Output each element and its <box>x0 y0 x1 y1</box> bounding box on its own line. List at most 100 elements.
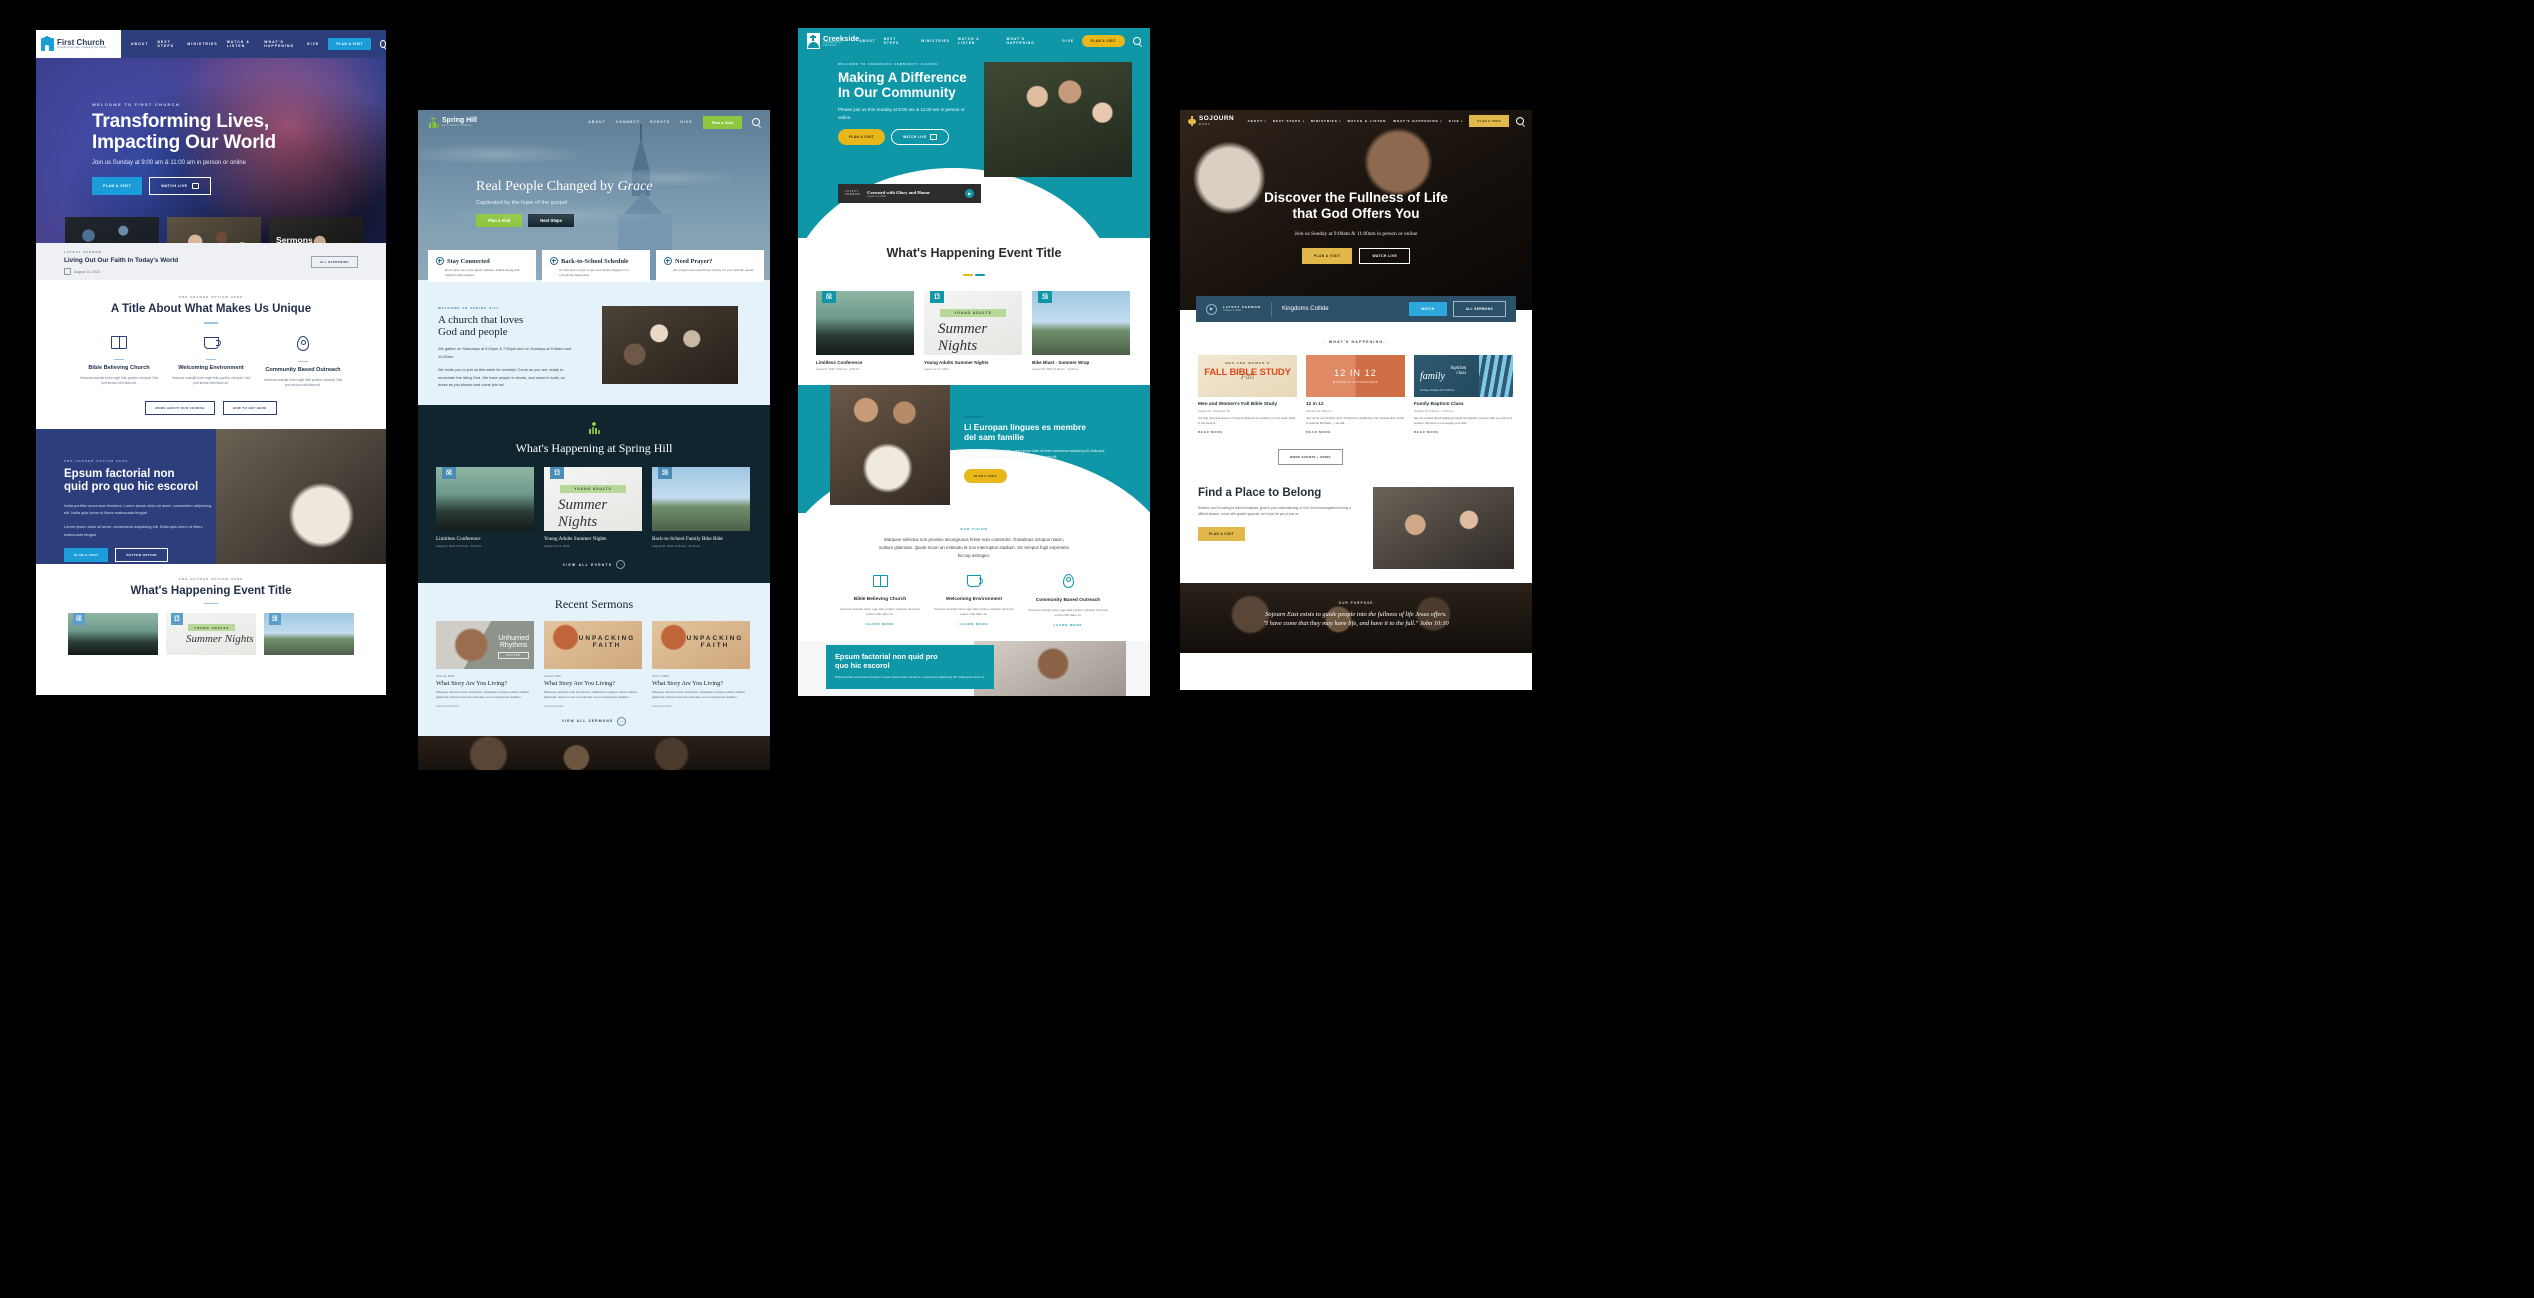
unique-column-title: Community Based Outreach <box>265 366 341 373</box>
vision-column-link[interactable]: LEARN MORE <box>933 622 1015 626</box>
nav-item-give[interactable]: GIVE <box>1062 39 1074 43</box>
vision-column-title: Welcoming Environment <box>945 596 1003 602</box>
event-card[interactable]: AUG 06 Limitless Conference August 6, 20… <box>816 291 914 371</box>
sermon-art-line2: FAITH <box>700 642 730 649</box>
nav-item-connect[interactable]: CONNECT <box>616 120 640 124</box>
event-card[interactable]: AUG 06 <box>68 613 158 656</box>
creekside-logo[interactable]: Creekside COMMUNITY CHURCH <box>807 33 859 49</box>
happening-card[interactable]: 12 IN 12 WOMEN'S GATHERINGS 12 in 12 Oct… <box>1306 355 1405 434</box>
nav-item-whats-happening-label: WHAT'S HAPPENING <box>1393 119 1439 123</box>
happening-card[interactable]: family baptism class Sunday, October 23 … <box>1414 355 1513 434</box>
banner-plan-a-visit-button[interactable]: PLAN A VISIT <box>64 547 109 562</box>
view-all-events-link[interactable]: VIEW ALL EVENTS <box>563 563 613 567</box>
coffee-cup-icon <box>967 575 984 587</box>
card-read-more-link[interactable]: READ MORE <box>1306 430 1405 434</box>
nav-item-next-steps[interactable]: NEXT STEPS ▾ <box>1273 119 1304 123</box>
nav-item-give[interactable]: GIVE <box>307 42 319 46</box>
sermon-all-button[interactable]: ALL SERMONS <box>1452 301 1506 317</box>
nav-item-whats-happening[interactable]: WHAT'S HAPPENING ▾ <box>1393 119 1441 123</box>
info-card[interactable]: Back-to-School Schedule It's that time o… <box>542 250 650 282</box>
hero-plan-a-visit-button[interactable]: PLAN A VISIT <box>838 128 886 145</box>
connect-plan-a-visit-button[interactable]: PLAN A VISIT <box>964 468 1007 483</box>
arrow-circle-icon[interactable]: → <box>616 560 626 569</box>
nav-plan-a-visit-button[interactable]: PLAN A VISIT <box>328 38 372 50</box>
search-icon[interactable] <box>1516 117 1525 127</box>
more-events-news-button[interactable]: MORE EVENTS + NEWS <box>1278 448 1343 465</box>
search-icon[interactable] <box>380 40 386 50</box>
event-card[interactable]: AUG 12 YOUNG ADULTS Summer Nights <box>166 613 256 656</box>
nav-item-whats-happening[interactable]: WHAT'S HAPPENING <box>1007 37 1055 45</box>
event-tag: YOUNG ADULTS <box>188 624 236 632</box>
vision-column-link[interactable]: LEARN MORE <box>839 622 921 626</box>
hero-watch-live-button[interactable]: WATCH LIVE <box>1359 247 1411 264</box>
belong-plan-a-visit-button[interactable]: PLAN A VISIT <box>1198 526 1246 541</box>
nav-item-next-steps[interactable]: NEXT STEPS <box>884 37 914 45</box>
hero-plan-a-visit-button[interactable]: PLAN A VISIT <box>1301 247 1353 264</box>
view-all-sermons-link[interactable]: VIEW ALL SERMONS <box>562 719 614 723</box>
info-card[interactable]: Need Prayer? Our prayer team would love … <box>656 250 764 282</box>
nav-item-next-steps[interactable]: NEXT STEPS <box>158 40 179 48</box>
hero-watch-live-button[interactable]: WATCH LIVE <box>891 128 949 145</box>
nav-item-about[interactable]: ABOUT <box>131 42 149 46</box>
nav-item-whats-happening[interactable]: WHAT'S HAPPENING <box>264 40 298 48</box>
all-happening-button[interactable]: ALL HAPPENING <box>310 256 358 268</box>
card-read-more-link[interactable]: READ MORE <box>1414 430 1513 434</box>
card-read-more-link[interactable]: READ MORE <box>1198 430 1297 434</box>
sojourn-happening: · WHAT'S HAPPENING · MEN AND WOMEN'S FAL… <box>1180 310 1532 475</box>
event-card[interactable]: AUG 28 Bike Blast - Summer Wrap August 2… <box>1032 291 1130 371</box>
connect-title-line2: del sam familie <box>964 431 1025 442</box>
sermon-card[interactable]: UNPACKING FAITH June 8, 2022 What Story … <box>544 621 642 708</box>
nav-plan-a-visit-button[interactable]: Plan a Visit <box>702 115 742 129</box>
vision-column-body: Vivamus suscipit tortor eget felis porti… <box>840 606 920 616</box>
nav-item-about[interactable]: ABOUT ▾ <box>1248 119 1266 123</box>
event-card[interactable]: AUG 28 Back-to-School Family Bike Ride A… <box>652 467 750 548</box>
happening-card[interactable]: MEN AND WOMEN'S FALL BIBLE STUDY Fall Me… <box>1198 355 1297 434</box>
nav-item-give[interactable]: GIVE <box>680 120 692 124</box>
creekside-latest-sermon[interactable]: LATEST SERMON Crowned with Glory and Hon… <box>838 184 981 203</box>
sojourn-logo[interactable]: SOJOURN EAST <box>1188 116 1234 126</box>
hero-plan-a-visit-button[interactable]: PLAN A VISIT <box>92 177 143 196</box>
hero-next-steps-button[interactable]: Next Steps <box>528 214 574 227</box>
info-card[interactable]: Stay Connected Don't miss out on the lat… <box>428 250 536 282</box>
nav-item-ministries[interactable]: MINISTRIES <box>921 39 949 43</box>
how-to-get-here-button[interactable]: HOW TO GET HERE <box>222 400 277 415</box>
spring-hill-logo[interactable]: Spring Hill FELLOWSHIP CHURCH <box>428 116 477 128</box>
connect-option-button[interactable]: BUTTON OPTION <box>1012 468 1064 483</box>
chevron-down-icon: ▾ <box>1302 119 1304 123</box>
nav-item-give[interactable]: GIVE ▾ <box>1449 119 1463 123</box>
event-card[interactable]: AUG 12 YOUNG ADULTS Summer Nights Young … <box>924 291 1022 371</box>
events-cards: AUG 06 AUG 12 YOUNG ADULTS Summer Nights… <box>64 613 358 656</box>
nav-item-about[interactable]: ABOUT <box>859 39 875 43</box>
play-icon[interactable]: ▶ <box>965 189 974 198</box>
sermon-card[interactable]: UNPACKING FAITH June 7, 2022 What Story … <box>652 621 750 708</box>
sermon-card[interactable]: Unhurried Rhythms PRAYER June 12, 2022 W… <box>436 621 534 708</box>
nav-item-about[interactable]: ABOUT <box>588 120 606 124</box>
nav-item-watch-listen[interactable]: WATCH & LISTEN <box>1348 119 1387 123</box>
sermon-title: What Story Are You Living? <box>436 680 507 687</box>
event-card[interactable]: AUG 28 <box>264 613 354 656</box>
search-icon[interactable] <box>1133 37 1142 47</box>
sermons-title: Recent Sermons <box>554 597 634 611</box>
nav-item-events[interactable]: EVENTS <box>650 120 670 124</box>
nav-plan-a-visit-button[interactable]: PLAN A VISIT <box>1469 115 1509 127</box>
nav-item-watch-listen[interactable]: WATCH & LISTEN <box>227 40 256 48</box>
vision-column-link[interactable]: LEARN MORE <box>1027 623 1109 627</box>
arrow-circle-icon[interactable]: → <box>617 716 627 726</box>
sermon-bar-title: Kingdoms Collide <box>1281 306 1329 312</box>
banner-option-button[interactable]: BUTTON OPTION <box>115 547 168 562</box>
nav-item-ministries[interactable]: MINISTRIES ▾ <box>1311 119 1341 123</box>
event-card[interactable]: AUG 12 YOUNG ADULTS Summer Nights Young … <box>544 467 642 548</box>
nav-plan-a-visit-button[interactable]: PLAN A VISIT <box>1082 35 1126 47</box>
sermon-bar-date: October 9, 2022 <box>1223 309 1241 313</box>
first-church-logo[interactable]: First Church Transforming Lives, Impacti… <box>36 30 121 58</box>
hero-watch-live-button[interactable]: WATCH LIVE <box>149 177 211 196</box>
play-circle-icon[interactable]: ▶ <box>1206 303 1217 315</box>
event-card[interactable]: AUG 06 Limitless Conference August 6, 20… <box>436 467 534 548</box>
hero-plan-a-visit-button[interactable]: Plan a Visit <box>476 214 523 227</box>
sojourn-hero: SOJOURN EAST ABOUT ▾ NEXT STEPS ▾ MINIST… <box>1180 110 1532 322</box>
sermon-watch-button[interactable]: WATCH <box>1409 302 1447 316</box>
search-icon[interactable] <box>752 118 761 128</box>
nav-item-watch-listen[interactable]: WATCH & LISTEN <box>958 37 999 45</box>
more-about-church-button[interactable]: MORE ABOUT OUR CHURCH <box>145 400 215 415</box>
nav-item-ministries[interactable]: MINISTRIES <box>187 42 217 46</box>
